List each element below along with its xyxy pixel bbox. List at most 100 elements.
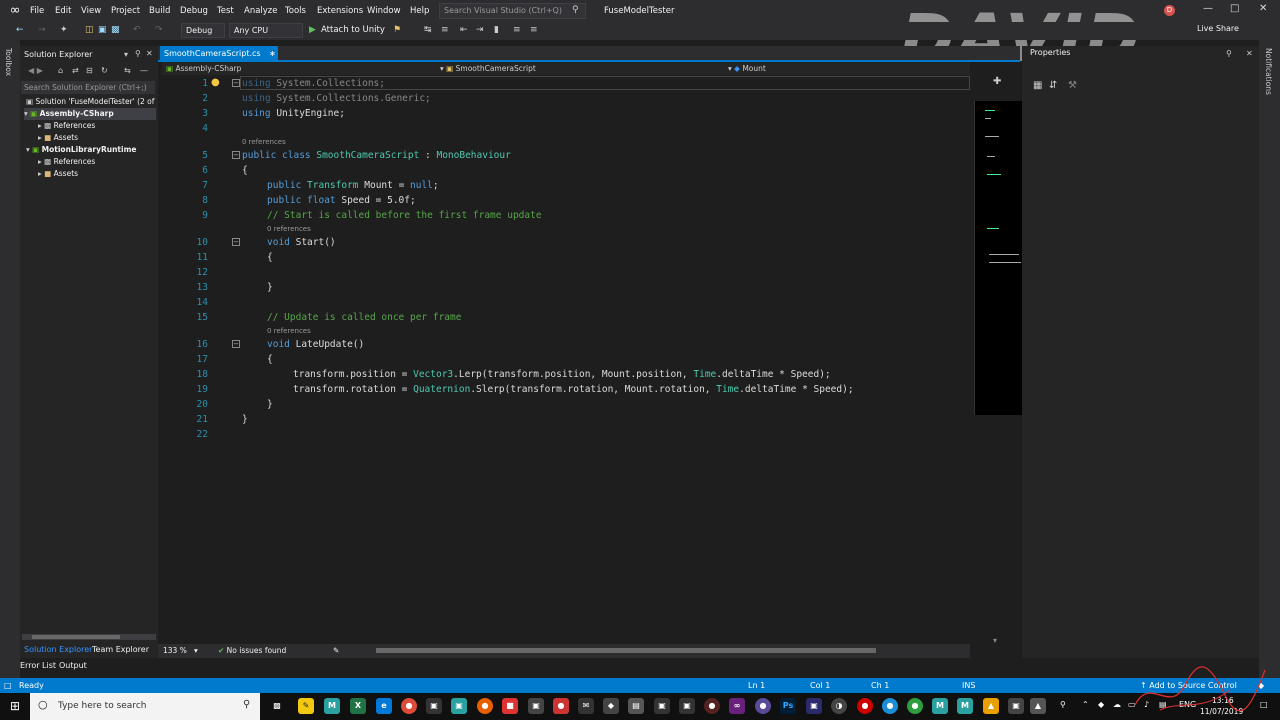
tree-assets-1[interactable]: ▸ ■ Assets <box>38 132 78 144</box>
platform-select[interactable]: Any CPU <box>229 23 303 38</box>
app-icon[interactable]: ✎ <box>298 698 314 714</box>
app-icon[interactable]: ▣ <box>451 698 467 714</box>
app-icon[interactable]: ● <box>704 698 720 714</box>
more-icon[interactable]: — <box>140 66 148 75</box>
step-icon[interactable]: ↹ <box>424 25 432 35</box>
tree-motion-library[interactable]: ▾ ▣ MotionLibraryRuntime <box>26 144 136 156</box>
collapse-icon[interactable]: ⊟ <box>86 66 93 75</box>
app-icon[interactable]: ▣ <box>654 698 670 714</box>
visual-studio-icon[interactable]: ∞ <box>729 698 745 714</box>
chrome-icon[interactable]: ● <box>401 698 417 714</box>
se-scroll-thumb[interactable] <box>32 635 120 639</box>
codelens-references[interactable]: 0 references <box>242 138 286 146</box>
fold-toggle-icon[interactable]: − <box>232 79 240 87</box>
firefox-icon[interactable]: ● <box>477 698 493 714</box>
wrench-icon[interactable]: ⚒ <box>1068 80 1077 91</box>
properties-icon[interactable]: ⇆ <box>124 66 131 75</box>
new-project-icon[interactable]: ✦ <box>60 25 68 35</box>
app-icon[interactable]: ◑ <box>831 698 847 714</box>
menu-view[interactable]: View <box>81 0 101 22</box>
se-back-icon[interactable]: ◀ ▶ <box>28 66 43 75</box>
nav-class-select[interactable]: ▾ ▣ SmoothCameraScript <box>440 62 536 75</box>
edge-icon[interactable]: e <box>376 698 392 714</box>
uncomment-icon[interactable]: ≡ <box>530 25 538 35</box>
menu-help[interactable]: Help <box>410 0 429 22</box>
menu-build[interactable]: Build <box>149 0 170 22</box>
people-icon[interactable]: ⚲ <box>1060 700 1066 709</box>
menu-analyze[interactable]: Analyze <box>244 0 278 22</box>
tab-error-list[interactable]: Error List <box>20 661 56 670</box>
tree-references-2[interactable]: ▸ ▩ References <box>38 156 95 168</box>
save-all-icon[interactable]: ▩ <box>111 25 120 35</box>
redo-icon[interactable]: ↷ <box>155 25 163 35</box>
panel-close-icon[interactable]: ✕ <box>146 49 153 58</box>
user-avatar[interactable]: D <box>1164 5 1175 16</box>
outdent-icon[interactable]: ⇥ <box>476 25 484 35</box>
windows-start-icon[interactable]: ⊞ <box>10 699 20 713</box>
code-cleanup-icon[interactable]: ✎ <box>333 645 339 657</box>
app-icon[interactable]: ● <box>553 698 569 714</box>
debug-tools-icon[interactable]: ⚑ <box>393 25 401 35</box>
app-icon[interactable]: ▲ <box>983 698 999 714</box>
tree-assets-2[interactable]: ▸ ■ Assets <box>38 168 78 180</box>
split-editor-icon[interactable]: ✚ <box>993 76 1001 87</box>
issues-indicator[interactable]: ✔ No issues found <box>218 645 286 657</box>
lightbulb-icon[interactable]: ● <box>211 77 220 88</box>
excel-icon[interactable]: X <box>350 698 366 714</box>
live-share-button[interactable]: Live Share <box>1197 24 1239 33</box>
tree-assembly-csharp[interactable]: ▾ ▣ Assembly-CSharp <box>24 108 156 120</box>
tree-solution[interactable]: ▣ Solution 'FuseModelTester' (2 of <box>26 96 154 108</box>
unity-icon[interactable]: ◆ <box>603 698 619 714</box>
app-icon[interactable]: ▣ <box>806 698 822 714</box>
maximize-icon[interactable]: □ <box>1230 3 1239 14</box>
undo-icon[interactable]: ↶ <box>133 25 141 35</box>
mail-icon[interactable]: ✉ <box>578 698 594 714</box>
tab-team-explorer[interactable]: Team Explorer <box>92 645 149 654</box>
menu-debug[interactable]: Debug <box>180 0 208 22</box>
alphabetical-icon[interactable]: ⇵ <box>1049 80 1057 91</box>
tab-output[interactable]: Output <box>59 661 87 670</box>
open-folder-icon[interactable]: ◫ <box>85 25 94 35</box>
microphone-icon[interactable]: ⚲ <box>243 699 250 710</box>
back-icon[interactable]: ← <box>16 25 24 35</box>
toolbox-tab[interactable]: Toolbox <box>4 48 13 76</box>
task-view-icon[interactable]: ▩ <box>269 698 285 714</box>
dropbox-icon[interactable]: ◆ <box>1098 700 1104 709</box>
fold-toggle-icon[interactable]: − <box>232 238 240 246</box>
taskbar-search-input[interactable]: Type here to search <box>30 693 260 720</box>
app-icon[interactable]: ▣ <box>426 698 442 714</box>
app-icon[interactable]: ● <box>907 698 923 714</box>
comment-icon[interactable]: ≡ <box>513 25 521 35</box>
nav-project-select[interactable]: ▣ Assembly-CSharp <box>166 62 241 75</box>
menu-edit[interactable]: Edit <box>55 0 71 22</box>
sync-icon[interactable]: ⇄ <box>72 66 79 75</box>
solution-search-input[interactable]: Search Solution Explorer (Ctrl+;) <box>21 81 155 94</box>
format-icon[interactable]: ≡ <box>441 25 449 35</box>
panel-close-icon[interactable]: ✕ <box>1246 49 1253 58</box>
fold-toggle-icon[interactable]: − <box>232 340 240 348</box>
menu-test[interactable]: Test <box>217 0 234 22</box>
store-icon[interactable]: ▣ <box>528 698 544 714</box>
record-icon[interactable]: ● <box>857 698 873 714</box>
pending-changes-icon[interactable]: ↻ <box>101 66 108 75</box>
indent-icon[interactable]: ⇤ <box>460 25 468 35</box>
dropdown-icon[interactable]: ▾ <box>124 50 128 59</box>
app-icon[interactable]: ● <box>755 698 771 714</box>
app-icon[interactable]: ● <box>882 698 898 714</box>
chevron-up-icon[interactable]: ⌃ <box>1082 700 1089 709</box>
zoom-chevron-down-icon[interactable]: ▾ <box>194 645 198 657</box>
home-icon[interactable]: ⌂ <box>58 66 63 75</box>
search-input[interactable]: Search Visual Studio (Ctrl+Q) <box>439 3 586 19</box>
forward-icon[interactable]: → <box>38 25 46 35</box>
fold-toggle-icon[interactable]: − <box>232 151 240 159</box>
menu-project[interactable]: Project <box>111 0 140 22</box>
menu-file[interactable]: File <box>30 0 44 22</box>
app-icon[interactable]: M <box>932 698 948 714</box>
pin-icon[interactable]: ⚲ <box>1226 49 1232 58</box>
tab-solution-explorer[interactable]: Solution Explorer <box>24 645 92 654</box>
app-icon[interactable]: ▣ <box>1008 698 1024 714</box>
minimap-viewport[interactable] <box>974 101 1022 415</box>
attach-to-unity-button[interactable]: Attach to Unity <box>321 23 385 38</box>
tree-references-1[interactable]: ▸ ▩ References <box>38 120 95 132</box>
menu-window[interactable]: Window <box>367 0 401 22</box>
